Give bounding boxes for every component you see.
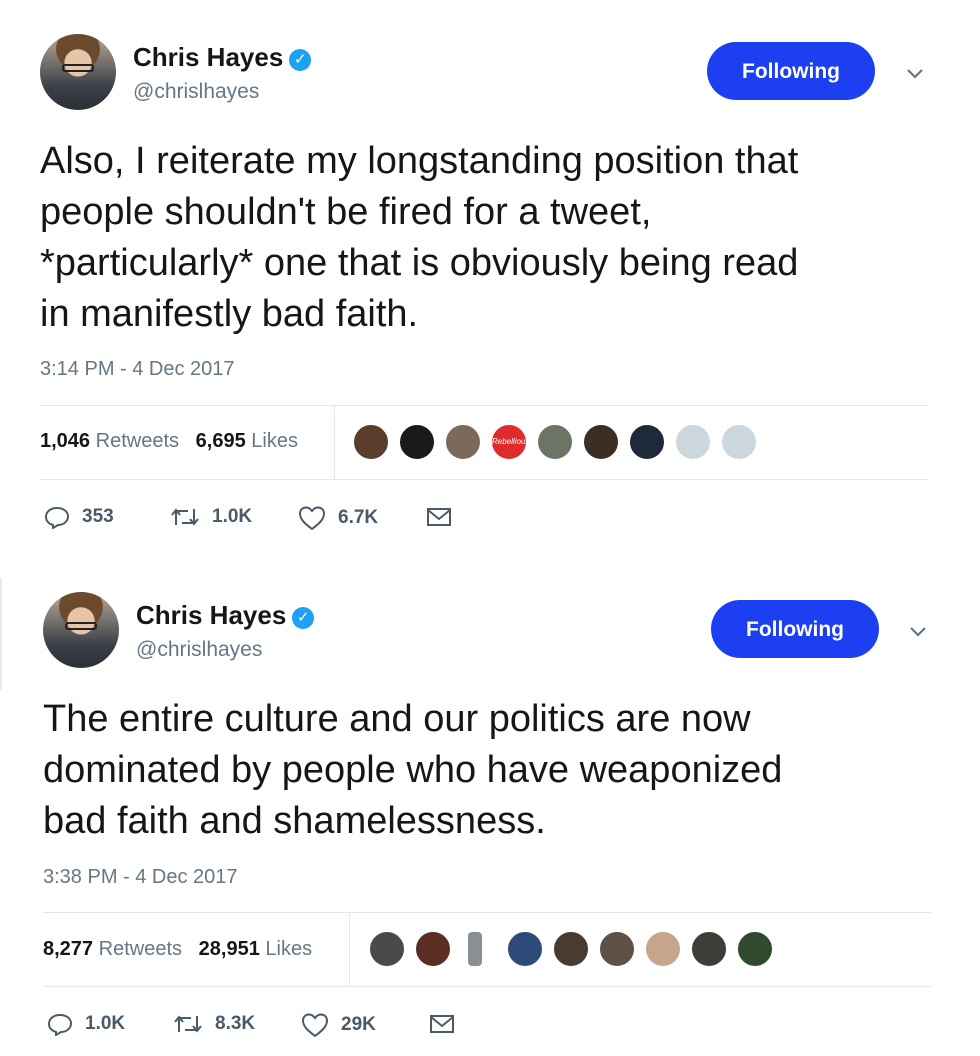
divider: [40, 479, 928, 480]
reply-icon: [44, 506, 70, 529]
engagement-stats: 1,046 Retweets 6,695 Likes: [40, 430, 298, 453]
verified-badge-icon: ✓: [292, 607, 315, 629]
liker-avatars: [368, 930, 788, 970]
following-button[interactable]: Following: [707, 42, 875, 100]
tweet-text-line: bad faith and shamelessness.: [43, 800, 546, 842]
author-handle[interactable]: @chrislhayes: [136, 638, 262, 662]
like-action[interactable]: 29K: [301, 1012, 376, 1038]
like-action[interactable]: 6.7K: [298, 505, 378, 531]
tweet-text-line: Also, I reiterate my longstanding positi…: [40, 140, 799, 182]
liker-avatar[interactable]: [368, 930, 406, 968]
author-name[interactable]: Chris Hayes ✓: [136, 600, 315, 631]
liker-avatar[interactable]: [352, 423, 390, 461]
tweet-timestamp[interactable]: 3:14 PM - 4 Dec 2017: [40, 358, 235, 381]
reply-icon: [47, 1013, 73, 1036]
liker-avatar[interactable]: [414, 930, 452, 968]
reply-action[interactable]: 353: [44, 505, 114, 529]
divider: [349, 912, 350, 986]
liker-avatar[interactable]: [720, 423, 758, 461]
divider: [40, 405, 928, 406]
envelope-icon: [430, 1015, 454, 1033]
liker-avatars: Rebellious: [352, 423, 772, 463]
divider: [334, 405, 335, 479]
liker-avatar[interactable]: Rebellious: [490, 423, 529, 461]
liker-avatar[interactable]: [582, 423, 620, 461]
author-avatar[interactable]: [40, 34, 116, 110]
liker-avatar[interactable]: [444, 423, 482, 461]
retweet-icon: [171, 508, 199, 526]
author-handle[interactable]: @chrislhayes: [133, 80, 259, 104]
liker-avatar[interactable]: [674, 423, 712, 461]
heart-icon: [298, 506, 326, 531]
tweet-text-line: *particularly* one that is obviously bei…: [40, 242, 799, 284]
chevron-down-icon[interactable]: [907, 620, 929, 642]
likes-stat[interactable]: 6,695 Likes: [196, 430, 298, 452]
divider: [43, 912, 931, 913]
tweet-timestamp[interactable]: 3:38 PM - 4 Dec 2017: [43, 866, 238, 889]
liker-avatar[interactable]: [598, 930, 636, 968]
liker-avatar[interactable]: [552, 930, 590, 968]
liker-avatar[interactable]: [736, 930, 774, 968]
reply-action[interactable]: 1.0K: [47, 1012, 125, 1036]
verified-badge-icon: ✓: [289, 49, 312, 71]
tweet-text-line: dominated by people who have weaponized: [43, 749, 783, 791]
tweet-text: Also, I reiterate my longstanding positi…: [40, 136, 940, 340]
tweet-text-line: The entire culture and our politics are …: [43, 698, 751, 740]
tweet-text: The entire culture and our politics are …: [43, 694, 943, 847]
liker-avatar[interactable]: [398, 423, 436, 461]
envelope-icon: [427, 508, 451, 526]
liker-avatar[interactable]: [690, 930, 728, 968]
author-avatar[interactable]: [43, 592, 119, 668]
likes-stat[interactable]: 28,951 Likes: [199, 938, 312, 960]
liker-avatar[interactable]: [466, 930, 484, 968]
divider: [43, 986, 931, 987]
retweet-icon: [174, 1015, 202, 1033]
chevron-down-icon[interactable]: [904, 62, 926, 84]
direct-message-action[interactable]: [426, 507, 464, 527]
tweet-text-line: in manifestly bad faith.: [40, 293, 419, 335]
retweets-stat[interactable]: 8,277 Retweets: [43, 938, 182, 960]
retweets-stat[interactable]: 1,046 Retweets: [40, 430, 179, 452]
engagement-stats: 8,277 Retweets 28,951 Likes: [43, 938, 312, 961]
heart-icon: [301, 1013, 329, 1038]
retweet-action[interactable]: 1.0K: [170, 505, 252, 529]
liker-avatar[interactable]: [506, 930, 544, 968]
liker-avatar[interactable]: [536, 423, 574, 461]
following-button[interactable]: Following: [711, 600, 879, 658]
author-name[interactable]: Chris Hayes ✓: [133, 42, 312, 73]
liker-avatar[interactable]: [644, 930, 682, 968]
liker-avatar[interactable]: [628, 423, 666, 461]
divider: [0, 578, 2, 690]
direct-message-action[interactable]: [429, 1014, 467, 1034]
retweet-action[interactable]: 8.3K: [173, 1012, 255, 1036]
tweet-text-line: people shouldn't be fired for a tweet,: [40, 191, 652, 233]
